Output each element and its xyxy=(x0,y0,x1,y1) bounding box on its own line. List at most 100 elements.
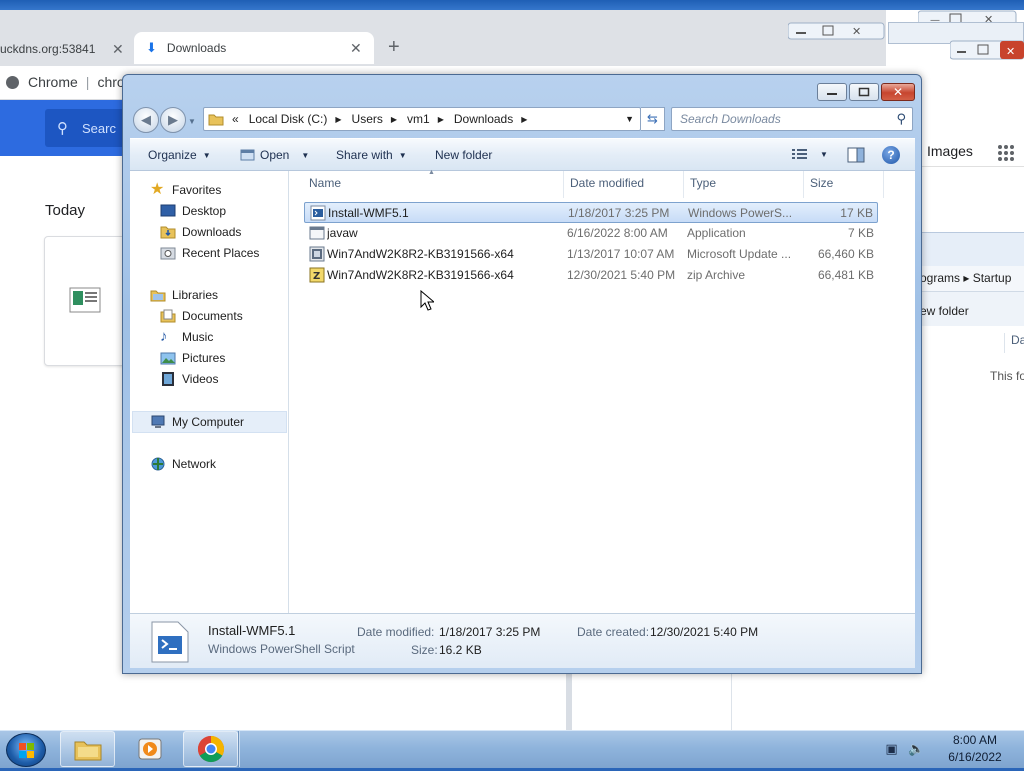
download-item-card[interactable] xyxy=(44,236,134,366)
file-row[interactable]: javaw 6/16/2022 8:00 AM Application 7 KB xyxy=(304,223,878,244)
chevron-right-icon[interactable]: ▶ xyxy=(391,115,397,124)
volume-icon[interactable]: 🔈 xyxy=(908,741,924,757)
documents-icon xyxy=(160,309,176,323)
refresh-button[interactable]: ⇆ xyxy=(641,107,665,131)
minimize-button[interactable] xyxy=(817,83,847,101)
network-tray-icon[interactable]: ▣ xyxy=(885,741,897,757)
recent-pages-dropdown-icon[interactable]: ▼ xyxy=(188,117,196,126)
share-with-button[interactable]: Share with ▼ xyxy=(336,148,407,162)
column-divider[interactable] xyxy=(563,171,564,198)
view-details-icon xyxy=(792,149,807,159)
back-button[interactable]: ◀ xyxy=(133,107,159,133)
nav-item-music[interactable]: ♪ Music xyxy=(160,327,213,347)
file-date: 6/16/2022 8:00 AM xyxy=(567,226,668,240)
file-type: Windows PowerS... xyxy=(688,206,793,220)
background-empty-text: This fo xyxy=(990,369,1024,383)
address-dropdown-icon[interactable]: ▼ xyxy=(625,114,634,124)
chrome-icon xyxy=(197,735,224,763)
nav-item-favorites[interactable]: ★ Favorites xyxy=(150,180,221,200)
omnibox[interactable]: Chrome | chro xyxy=(6,74,125,90)
breadcrumb-users[interactable]: Users ▶ xyxy=(352,112,398,126)
chevron-right-icon[interactable]: ▶ xyxy=(438,115,444,124)
close-icon: ✕ xyxy=(892,85,904,99)
close-tab-icon[interactable]: ✕ xyxy=(112,41,124,58)
search-input[interactable]: Search Downloads ⚲ xyxy=(671,107,913,131)
file-type: zip Archive xyxy=(687,268,746,282)
search-icon[interactable]: ⚲ xyxy=(896,111,906,127)
breadcrumb-label: vm1 xyxy=(407,112,430,126)
google-images-link[interactable]: Images xyxy=(927,143,973,159)
nav-item-network[interactable]: Network xyxy=(150,454,216,474)
chrome-icon xyxy=(6,75,19,89)
breadcrumb-downloads[interactable]: Downloads ▶ xyxy=(454,112,528,126)
column-divider[interactable] xyxy=(803,171,804,198)
address-overflow[interactable]: « xyxy=(232,112,239,126)
nav-item-libraries[interactable]: Libraries xyxy=(150,285,218,305)
nav-label: Music xyxy=(182,330,214,344)
breadcrumb-vm1[interactable]: vm1 ▶ xyxy=(407,112,444,126)
open-button[interactable]: Open ▼ xyxy=(240,148,309,162)
nav-item-my-computer[interactable]: My Computer xyxy=(150,412,244,432)
nav-label: Pictures xyxy=(182,351,226,365)
file-row[interactable]: Win7AndW2K8R2-KB3191566-x64 1/13/2017 10… xyxy=(304,244,878,265)
nav-label: Favorites xyxy=(172,183,222,197)
new-folder-button[interactable]: New folder xyxy=(435,148,492,162)
nav-item-videos[interactable]: Videos xyxy=(160,369,218,389)
chevron-down-icon: ▼ xyxy=(202,150,211,160)
nav-item-desktop[interactable]: Desktop xyxy=(160,201,226,221)
preview-pane-button[interactable] xyxy=(847,147,865,163)
forward-button[interactable]: ▶ xyxy=(160,107,186,133)
chevron-right-icon[interactable]: ▶ xyxy=(521,115,527,124)
file-list: Name ▲ Date modified Type Size Install-W… xyxy=(290,169,915,613)
file-size: 7 KB xyxy=(847,226,874,240)
chrome-tab-active[interactable]: ⬇ Downloads ✕ xyxy=(134,32,374,64)
nav-item-downloads[interactable]: Downloads xyxy=(160,222,241,242)
file-type: Microsoft Update ... xyxy=(687,247,792,261)
taskbar-chrome-button[interactable] xyxy=(183,731,238,767)
column-header-name[interactable]: Name xyxy=(309,176,341,196)
breadcrumb-label: Users xyxy=(351,112,383,126)
breadcrumb-label: Local Disk (C:) xyxy=(248,112,328,126)
file-row[interactable]: Z Win7AndW2K8R2-KB3191566-x64 12/30/2021… xyxy=(304,265,878,286)
explorer-content: ★ Favorites Desktop Downloads Recent Plac… xyxy=(130,169,915,613)
close-tab-icon[interactable]: ✕ xyxy=(350,40,362,57)
taskbar-explorer-button[interactable] xyxy=(60,731,115,767)
change-view-button[interactable]: ▼ xyxy=(792,148,828,160)
nav-item-recent-places[interactable]: Recent Places xyxy=(160,243,259,263)
column-divider[interactable] xyxy=(683,171,684,198)
address-bar[interactable]: « Local Disk (C:) ▶ Users ▶ vm1 ▶ Downloads… xyxy=(203,107,641,131)
maximize-button[interactable] xyxy=(849,83,879,101)
close-button[interactable]: ✕ xyxy=(881,83,915,101)
application-icon xyxy=(309,226,325,240)
folder-icon xyxy=(208,114,224,126)
help-button[interactable]: ? xyxy=(882,146,900,164)
apps-grid-icon[interactable] xyxy=(997,144,1015,165)
file-size: 17 KB xyxy=(840,206,873,220)
nav-label: Downloads xyxy=(182,225,242,239)
omnibox-url: chro xyxy=(97,74,125,90)
taskbar-media-player-button[interactable] xyxy=(122,731,177,767)
breadcrumb-local-disk[interactable]: Local Disk (C:) ▶ xyxy=(249,112,342,126)
organize-button[interactable]: Organize ▼ xyxy=(148,148,211,162)
taskbar-divider xyxy=(238,731,240,767)
star-icon: ★ xyxy=(150,181,165,198)
nav-item-documents[interactable]: Documents xyxy=(160,306,243,326)
system-clock[interactable]: 8:00 AM 6/16/2022 xyxy=(930,732,1020,766)
column-header-date-modified[interactable]: Date modified xyxy=(570,176,644,196)
chrome-tab-inactive[interactable]: uckdns.org:53841 ✕ xyxy=(0,34,130,64)
new-tab-icon[interactable]: + xyxy=(388,36,400,59)
open-label: Open xyxy=(260,148,290,162)
search-icon: ⚲ xyxy=(57,120,68,137)
nav-label: Recent Places xyxy=(182,246,260,260)
omnibox-site-label: Chrome xyxy=(28,74,78,90)
nav-item-pictures[interactable]: Pictures xyxy=(160,348,225,368)
zip-archive-icon: Z xyxy=(309,267,325,283)
background-explorer-breadcrumb: ograms ▸ Startup xyxy=(920,266,1024,292)
column-header-type[interactable]: Type xyxy=(690,176,716,196)
svg-text:Z: Z xyxy=(313,271,320,282)
column-header-size[interactable]: Size xyxy=(810,176,833,196)
column-divider[interactable] xyxy=(883,171,884,198)
start-button[interactable] xyxy=(6,733,46,767)
chevron-right-icon[interactable]: ▶ xyxy=(335,115,341,124)
file-row[interactable]: Install-WMF5.1 1/18/2017 3:25 PM Windows… xyxy=(304,202,878,223)
